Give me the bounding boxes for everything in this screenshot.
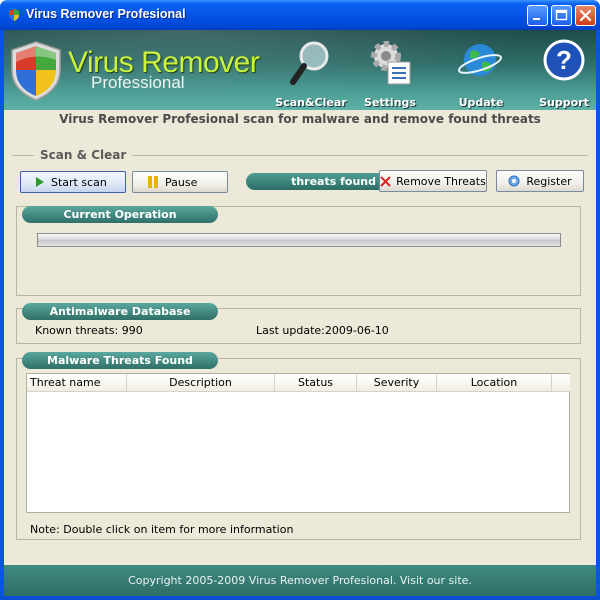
pause-label: Pause xyxy=(165,175,198,189)
nav-update-label: Update xyxy=(458,96,504,109)
register-label: Register xyxy=(526,174,572,188)
globe-icon xyxy=(458,44,503,76)
maximize-icon xyxy=(555,9,568,21)
scan-progress-bar xyxy=(37,233,561,247)
remove-threats-label: Remove Threats xyxy=(396,174,486,188)
window-title: Virus Remover Profesional xyxy=(26,7,186,21)
close-icon xyxy=(579,9,592,22)
footer-copyright[interactable]: Copyright 2005-2009 Virus Remover Profes… xyxy=(4,565,596,596)
play-icon xyxy=(36,177,44,187)
minimize-icon xyxy=(533,18,540,20)
nav-settings-label: Settings xyxy=(364,96,416,109)
pause-button[interactable]: Pause xyxy=(132,171,228,193)
help-icon: ? xyxy=(543,39,585,81)
app-window: Virus Remover Profesional Virus Remover xyxy=(0,0,600,600)
nav-scan-clear[interactable]: Scan&Clear xyxy=(274,30,348,110)
known-threats-text: Known threats: 990 xyxy=(35,324,143,337)
current-operation-title: Current Operation xyxy=(22,206,218,223)
column-header-description[interactable]: Description xyxy=(127,374,275,392)
threats-title: Malware Threats Found xyxy=(22,352,218,369)
threats-table-header: Threat name Description Status Severity … xyxy=(27,374,570,392)
magnifier-icon xyxy=(290,41,329,85)
window-frame-right xyxy=(596,30,600,600)
column-header-severity[interactable]: Severity xyxy=(357,374,437,392)
column-header-location[interactable]: Location xyxy=(437,374,552,392)
minimize-button[interactable] xyxy=(527,5,548,26)
nav-support-label: Support xyxy=(539,96,589,109)
threats-table[interactable]: Threat name Description Status Severity … xyxy=(26,373,570,513)
close-button[interactable] xyxy=(575,5,596,26)
start-scan-label: Start scan xyxy=(51,175,107,189)
brand-edition: Professional xyxy=(91,73,185,92)
nav-settings[interactable]: Settings xyxy=(356,30,424,110)
remove-threats-button[interactable]: Remove Threats xyxy=(379,170,487,192)
threats-found-label: threats found xyxy=(246,173,380,190)
header-banner: Virus Remover Professional Scan&Clear Se… xyxy=(4,30,596,110)
last-update-text: Last update:2009-06-10 xyxy=(256,324,389,337)
pause-icon xyxy=(148,176,158,188)
page-subtitle: Virus Remover Profesional scan for malwa… xyxy=(59,112,541,126)
client-area: Virus Remover Professional Scan&Clear Se… xyxy=(4,30,596,596)
nav-update[interactable]: Update xyxy=(446,30,516,110)
column-header-threat-name[interactable]: Threat name xyxy=(27,374,127,392)
register-button[interactable]: Register xyxy=(496,170,584,192)
column-header-status[interactable]: Status xyxy=(275,374,357,392)
maximize-button[interactable] xyxy=(551,5,572,26)
start-scan-button[interactable]: Start scan xyxy=(20,171,126,193)
gear-icon xyxy=(371,41,411,85)
section-title-scan: Scan & Clear xyxy=(34,148,133,162)
database-title: Antimalware Database xyxy=(22,303,218,320)
column-header-spacer xyxy=(552,374,570,392)
window-frame-bottom xyxy=(0,596,600,600)
shield-logo-icon xyxy=(11,41,61,101)
table-note: Note: Double click on item for more info… xyxy=(30,523,294,536)
remove-x-icon xyxy=(380,175,391,187)
nav-scan-label: Scan&Clear xyxy=(275,96,347,109)
register-icon xyxy=(508,175,520,187)
shield-app-icon xyxy=(9,9,19,21)
nav-support[interactable]: ? Support xyxy=(532,30,596,110)
title-bar[interactable]: Virus Remover Profesional xyxy=(0,0,600,30)
svg-text:?: ? xyxy=(556,45,572,75)
